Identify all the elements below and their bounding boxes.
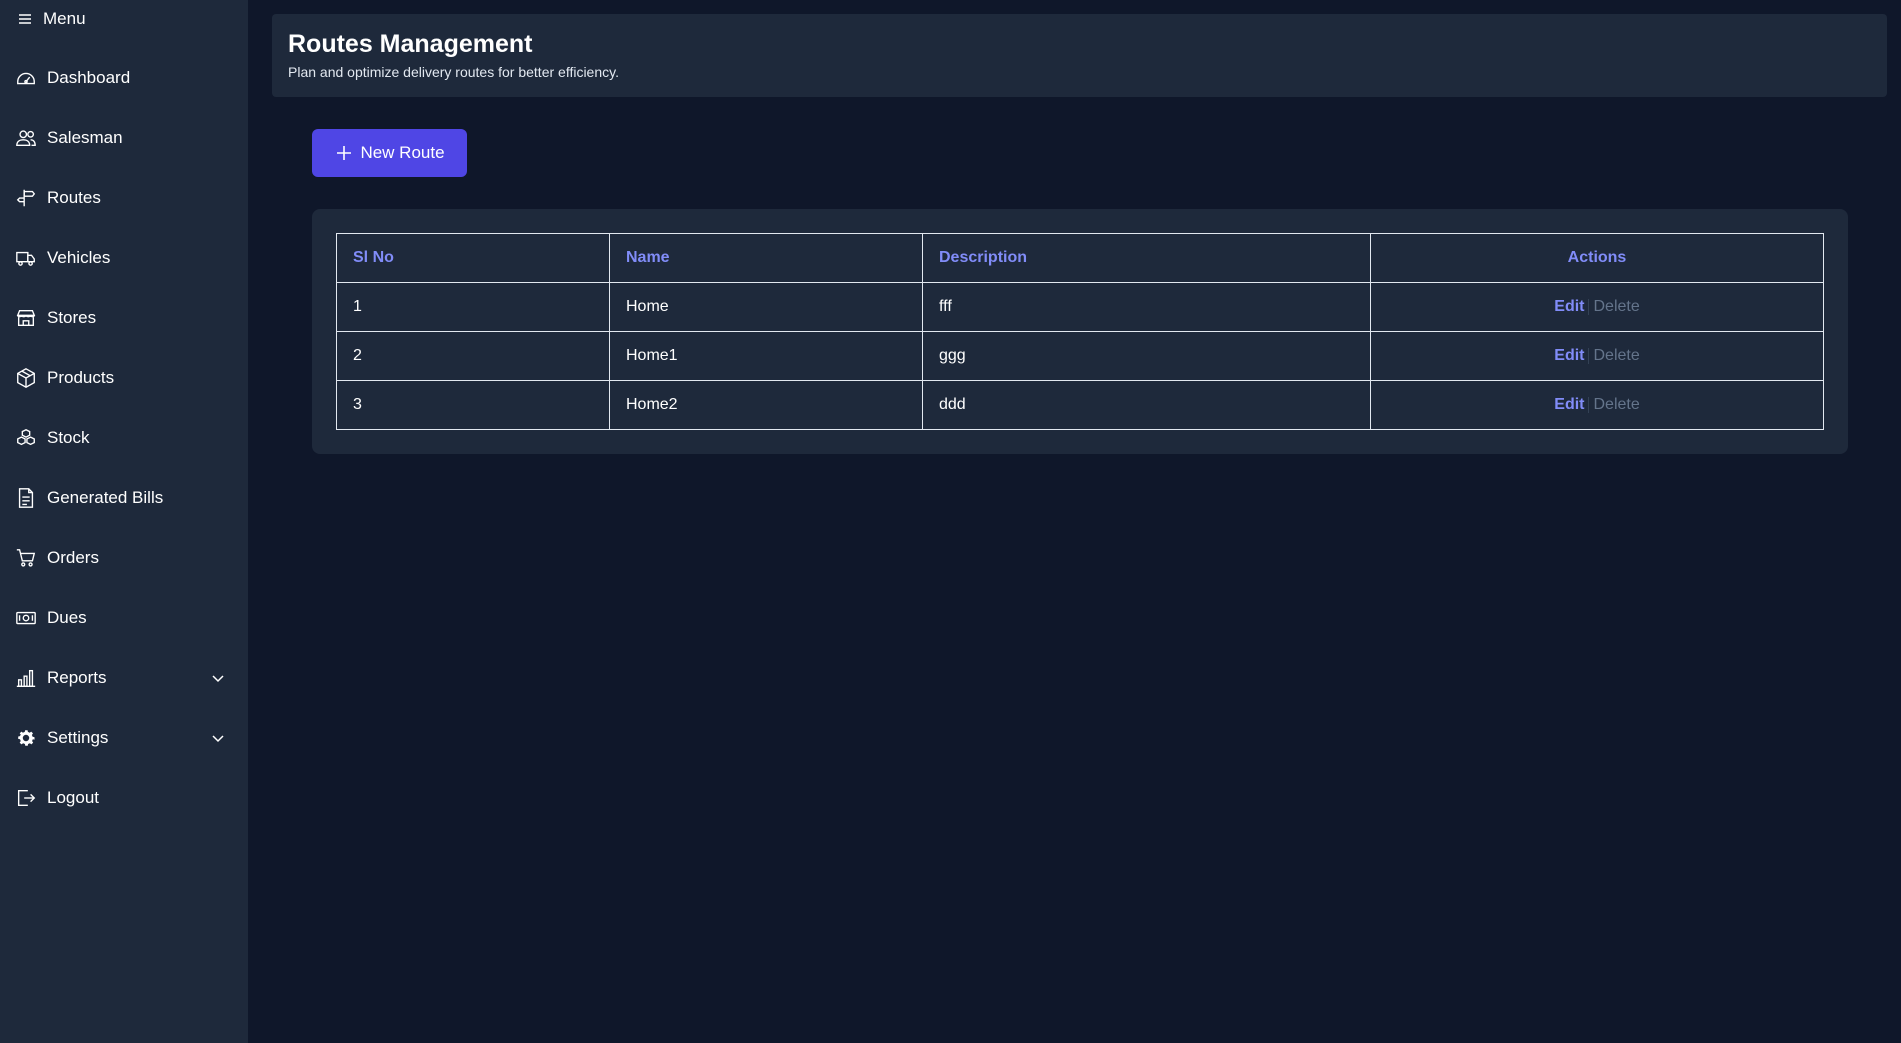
- sidebar-item-label: Reports: [47, 668, 107, 687]
- document-icon: [15, 487, 37, 509]
- edit-button[interactable]: Edit: [1554, 396, 1584, 413]
- table-header-row: Sl No Name Description Actions: [336, 233, 1824, 283]
- bar-chart-icon: [15, 667, 37, 689]
- sidebar-item-label: Generated Bills: [47, 488, 164, 507]
- sidebar-item-label: Logout: [47, 788, 99, 807]
- sidebar-item-salesman[interactable]: Salesman: [0, 118, 248, 158]
- sidebar-item-label: Products: [47, 368, 115, 387]
- cell-description: fff: [922, 282, 1371, 332]
- sidebar: Menu Dashboard Salesman Routes Vehicles …: [0, 0, 248, 1043]
- cell-name: Home1: [609, 331, 923, 381]
- sidebar-item-label: Stock: [47, 428, 90, 447]
- sidebar-item-settings[interactable]: Settings: [0, 718, 248, 758]
- sidebar-item-label: Settings: [47, 728, 109, 747]
- dashboard-gauge-icon: [15, 67, 37, 89]
- table-row: 2 Home1 ggg Edit Delete: [336, 331, 1824, 381]
- delete-button[interactable]: Delete: [1593, 298, 1639, 315]
- sidebar-item-generated-bills[interactable]: Generated Bills: [0, 478, 248, 518]
- cell-actions: Edit Delete: [1370, 331, 1824, 381]
- cell-sl-no: 3: [336, 380, 610, 430]
- box-icon: [15, 367, 37, 389]
- routes-table: Sl No Name Description Actions 1 Home ff…: [336, 233, 1824, 430]
- sidebar-item-label: Vehicles: [47, 248, 111, 267]
- truck-icon: [15, 247, 37, 269]
- sidebar-item-dashboard[interactable]: Dashboard: [0, 58, 248, 98]
- menu-toggle[interactable]: Menu: [17, 7, 86, 31]
- sidebar-item-label: Orders: [47, 548, 99, 567]
- cell-description: ggg: [922, 331, 1371, 381]
- column-header-description: Description: [922, 233, 1371, 283]
- delete-button[interactable]: Delete: [1593, 396, 1639, 413]
- signpost-icon: [15, 187, 37, 209]
- page-subtitle: Plan and optimize delivery routes for be…: [288, 64, 619, 80]
- chevron-down-icon[interactable]: [210, 670, 226, 686]
- menu-label: Menu: [43, 9, 86, 28]
- logout-icon: [15, 787, 37, 809]
- stack-icon: [15, 427, 37, 449]
- cell-name: Home: [609, 282, 923, 332]
- sidebar-item-reports[interactable]: Reports: [0, 658, 248, 698]
- sidebar-item-label: Stores: [47, 308, 97, 327]
- cart-icon: [15, 547, 37, 569]
- sidebar-item-label: Salesman: [47, 128, 123, 147]
- cell-sl-no: 1: [336, 282, 610, 332]
- divider: [1588, 347, 1590, 364]
- sidebar-item-label: Dashboard: [47, 68, 131, 87]
- sidebar-item-vehicles[interactable]: Vehicles: [0, 238, 248, 278]
- store-icon: [15, 307, 37, 329]
- sidebar-item-dues[interactable]: Dues: [0, 598, 248, 638]
- edit-button[interactable]: Edit: [1554, 347, 1584, 364]
- cell-name: Home2: [609, 380, 923, 430]
- sidebar-item-products[interactable]: Products: [0, 358, 248, 398]
- column-header-actions: Actions: [1370, 233, 1824, 283]
- money-icon: [15, 607, 37, 629]
- chevron-down-icon[interactable]: [210, 730, 226, 746]
- cell-description: ddd: [922, 380, 1371, 430]
- sidebar-item-label: Dues: [47, 608, 87, 627]
- delete-button[interactable]: Delete: [1593, 347, 1639, 364]
- sidebar-item-stores[interactable]: Stores: [0, 298, 248, 338]
- cell-actions: Edit Delete: [1370, 380, 1824, 430]
- hamburger-icon: [19, 14, 31, 24]
- sidebar-item-stock[interactable]: Stock: [0, 418, 248, 458]
- new-route-label: New Route: [360, 143, 445, 162]
- users-icon: [15, 127, 37, 149]
- divider: [1588, 396, 1590, 413]
- sidebar-item-routes[interactable]: Routes: [0, 178, 248, 218]
- page-header: Routes Management Plan and optimize deli…: [272, 14, 1887, 97]
- table-row: 1 Home fff Edit Delete: [336, 282, 1824, 332]
- gear-icon: [15, 727, 37, 749]
- page-title: Routes Management: [288, 30, 533, 58]
- new-route-button[interactable]: New Route: [312, 129, 467, 177]
- edit-button[interactable]: Edit: [1554, 298, 1584, 315]
- sidebar-item-label: Routes: [47, 188, 101, 207]
- table-row: 3 Home2 ddd Edit Delete: [336, 380, 1824, 430]
- routes-table-card: Sl No Name Description Actions 1 Home ff…: [312, 209, 1848, 454]
- cell-actions: Edit Delete: [1370, 282, 1824, 332]
- column-header-name: Name: [609, 233, 923, 283]
- plus-icon: [337, 146, 352, 160]
- sidebar-item-orders[interactable]: Orders: [0, 538, 248, 578]
- column-header-sl-no: Sl No: [336, 233, 610, 283]
- cell-sl-no: 2: [336, 331, 610, 381]
- sidebar-item-logout[interactable]: Logout: [0, 778, 248, 818]
- divider: [1588, 298, 1590, 315]
